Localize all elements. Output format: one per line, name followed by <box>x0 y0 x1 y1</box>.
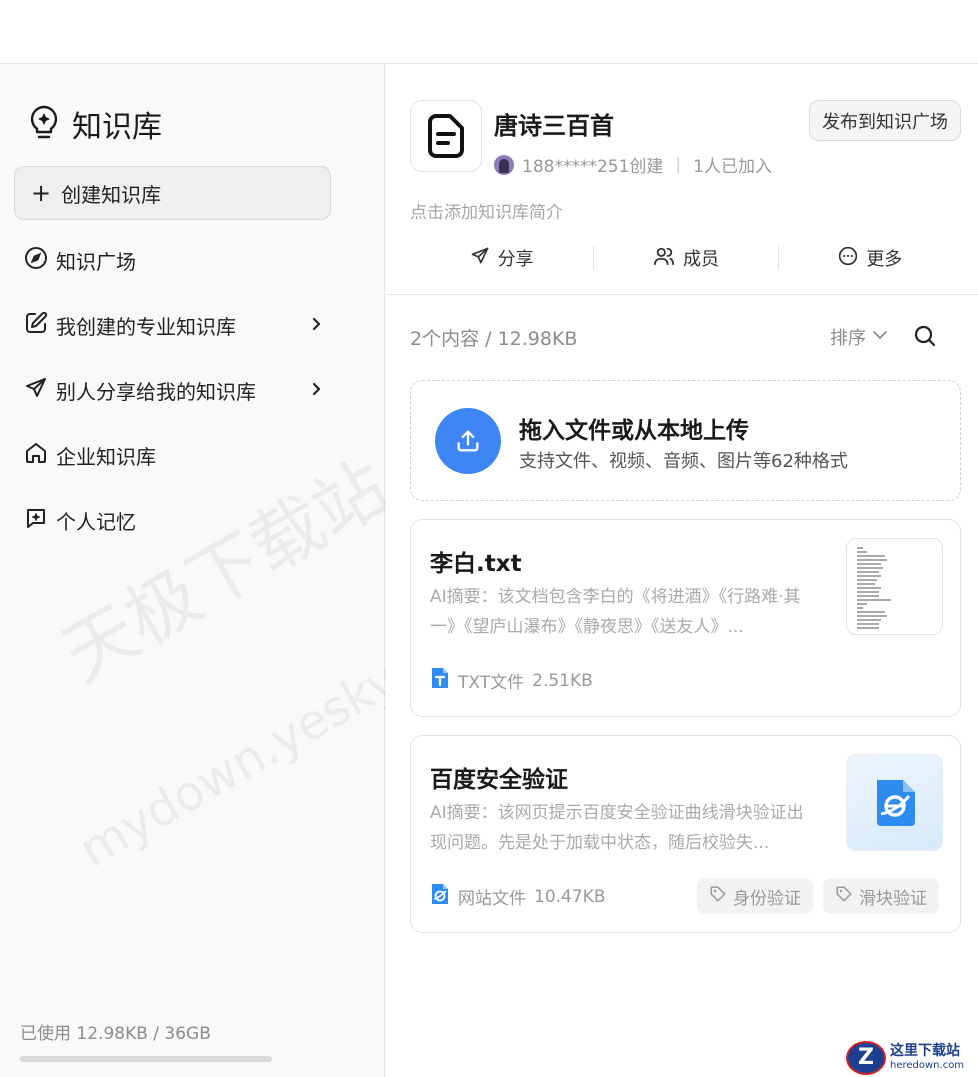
kb-action-bar: 分享 成员 更多 <box>410 240 962 276</box>
tag-icon <box>709 885 727 908</box>
avatar <box>494 154 514 175</box>
sort-label: 排序 <box>830 328 866 349</box>
file-meta: TXT文件 2.51KB <box>430 666 593 695</box>
share-button[interactable]: 分享 <box>410 245 593 271</box>
sidebar-item-shared-with-me[interactable]: 别人分享给我的知识库 <box>24 370 324 410</box>
file-card[interactable]: 百度安全验证 AI摘要：该网页提示百度安全验证曲线滑块验证出现问题。先是处于加载… <box>410 735 961 933</box>
more-icon <box>838 246 858 271</box>
sparkle-chat-icon <box>24 506 48 535</box>
tag-label: 身份验证 <box>733 888 801 909</box>
sidebar-item-my-pro-kb[interactable]: 我创建的专业知识库 <box>24 305 324 345</box>
upload-dropzone[interactable]: 拖入文件或从本地上传 支持文件、视频、音频、图片等62种格式 <box>410 380 961 501</box>
site-logo-cn: 这里下载站 <box>890 1043 960 1060</box>
file-size: 2.51KB <box>532 670 593 691</box>
file-meta: 网站文件 10.47KB <box>430 882 605 911</box>
main-panel: 唐诗三百首 188*****251创建 | 1人已加入 发布到知识广场 点击添加… <box>386 64 978 1077</box>
more-label: 更多 <box>866 249 903 270</box>
sidebar-item-label: 个人记忆 <box>56 509 136 534</box>
upload-subtitle: 支持文件、视频、音频、图片等62种格式 <box>519 451 848 472</box>
publish-to-square-button[interactable]: 发布到知识广场 <box>809 100 961 141</box>
file-size: 10.47KB <box>534 886 606 907</box>
file-type: TXT文件 <box>458 673 525 693</box>
kb-document-icon <box>410 100 482 172</box>
sidebar-item-enterprise-kb[interactable]: 企业知识库 <box>24 435 324 475</box>
kb-meta: 188*****251创建 | 1人已加入 <box>494 152 772 177</box>
chevron-right-icon <box>308 313 324 337</box>
search-icon[interactable] <box>913 324 937 352</box>
share-label: 分享 <box>497 249 534 270</box>
file-summary: AI摘要：该网页提示百度安全验证曲线滑块验证出现问题。先是处于加载中状态，随后校… <box>430 803 804 853</box>
sidebar-title: 知识库 <box>72 110 162 145</box>
site-logo-text: 这里下载站 heredown.com <box>890 1043 965 1071</box>
create-button-label: 创建知识库 <box>61 182 162 207</box>
file-card[interactable]: 李白.txt AI摘要：该文档包含李白的《将进酒》《行路难·其一》《望庐山瀑布》… <box>410 519 961 717</box>
lightbulb-icon <box>28 104 60 144</box>
create-knowledge-base-button[interactable]: + 创建知识库 <box>14 166 331 220</box>
sidebar: 知识库 + 创建知识库 知识广场 我创建的专业知识库 别人分享给我的知识库 企业… <box>0 64 385 1077</box>
storage-usage-bar <box>20 1056 272 1062</box>
sidebar-header: 知识库 <box>28 102 162 146</box>
plus-icon: + <box>31 179 52 207</box>
tag-label: 滑块验证 <box>859 888 927 909</box>
sidebar-item-knowledge-square[interactable]: 知识广场 <box>24 240 324 280</box>
web-file-thumbnail <box>846 754 943 851</box>
sidebar-item-personal-memory[interactable]: 个人记忆 <box>24 500 324 540</box>
upload-title: 拖入文件或从本地上传 <box>519 418 749 444</box>
meta-divider: | <box>675 154 682 175</box>
kb-intro-placeholder[interactable]: 点击添加知识库简介 <box>410 198 563 223</box>
content-count: 2个内容 / 12.98KB <box>410 328 578 350</box>
members-button[interactable]: 成员 <box>594 245 777 271</box>
tag-identity-verification[interactable]: 身份验证 <box>697 878 813 914</box>
sidebar-item-label: 别人分享给我的知识库 <box>56 379 256 404</box>
file-title: 李白.txt <box>430 551 522 577</box>
file-summary: AI摘要：该文档包含李白的《将进酒》《行路难·其一》《望庐山瀑布》《静夜思》《送… <box>430 587 801 637</box>
members-label: 成员 <box>682 249 719 270</box>
kb-creator: 188*****251创建 <box>522 157 664 177</box>
users-icon <box>653 246 675 271</box>
compass-icon <box>24 246 48 275</box>
sidebar-item-label: 我创建的专业知识库 <box>56 314 236 339</box>
edit-icon <box>24 311 48 340</box>
web-file-icon <box>430 882 450 911</box>
sidebar-item-label: 企业知识库 <box>56 444 156 469</box>
txt-file-icon <box>430 666 450 695</box>
file-type: 网站文件 <box>458 889 526 909</box>
storage-usage-text: 已使用 12.98KB / 36GB <box>20 1024 211 1044</box>
top-bar <box>0 0 978 64</box>
more-button[interactable]: 更多 <box>779 245 962 271</box>
tag-icon <box>835 885 853 908</box>
kb-members-count: 1人已加入 <box>693 157 772 177</box>
site-logo-en: heredown.com <box>890 1059 965 1071</box>
section-divider <box>386 294 978 295</box>
sidebar-item-label: 知识广场 <box>56 249 136 274</box>
send-icon <box>470 246 490 271</box>
file-title: 百度安全验证 <box>430 767 568 793</box>
upload-icon <box>435 408 501 474</box>
sort-dropdown[interactable]: 排序 <box>830 324 888 350</box>
file-thumbnail <box>846 538 943 635</box>
chevron-right-icon <box>308 378 324 402</box>
corner-site-logo: Z 这里下载站 heredown.com <box>846 1038 978 1077</box>
tag-slider-verification[interactable]: 滑块验证 <box>823 878 939 914</box>
site-logo-icon: Z <box>846 1040 886 1075</box>
chevron-down-icon <box>872 327 888 348</box>
send-icon <box>24 376 48 405</box>
kb-title: 唐诗三百首 <box>494 112 614 140</box>
home-icon <box>24 441 48 470</box>
